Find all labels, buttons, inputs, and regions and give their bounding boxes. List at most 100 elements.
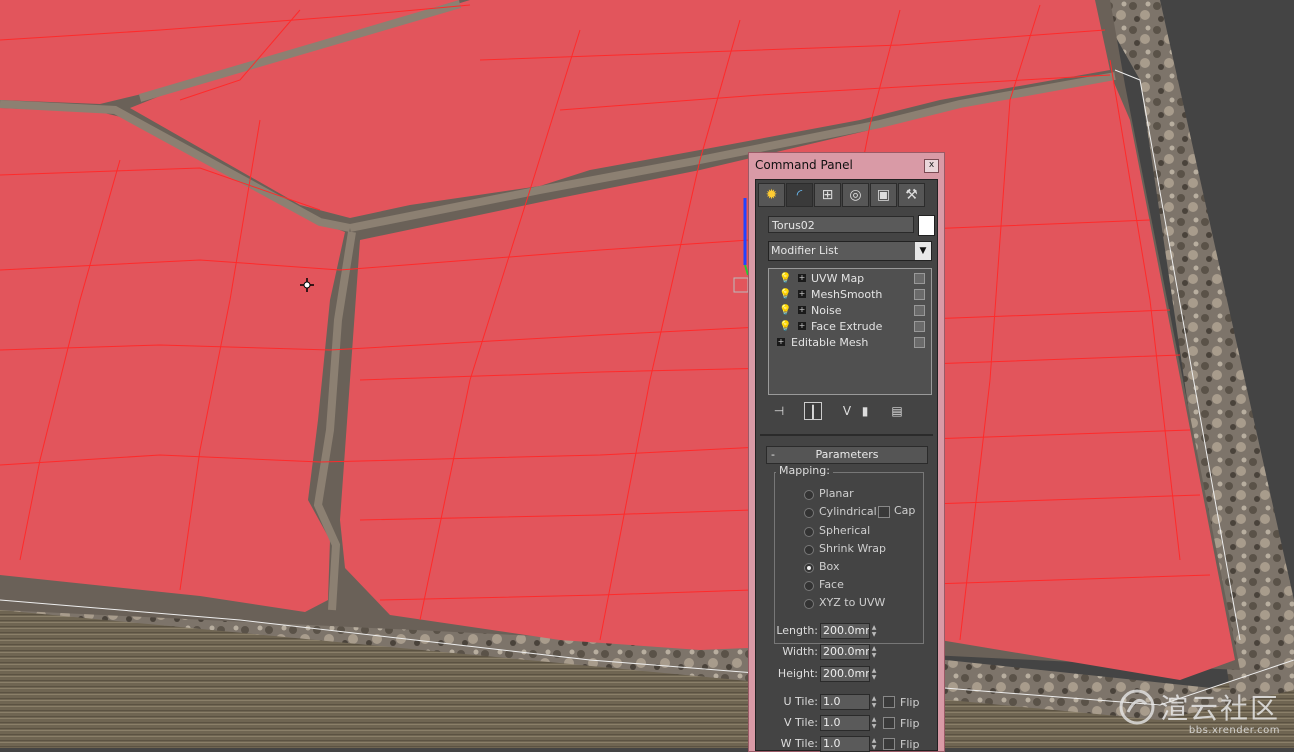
tab-utilities[interactable]: ⚒	[898, 183, 925, 207]
lightbulb-icon[interactable]: 💡	[779, 319, 791, 334]
lightbulb-icon[interactable]: 💡	[779, 271, 791, 286]
u-tile-input[interactable]: 1.0	[820, 694, 870, 710]
command-panel-titlebar[interactable]: Command Panel x	[749, 153, 944, 177]
expand-icon[interactable]: +	[777, 338, 785, 346]
lightbulb-icon[interactable]: 💡	[779, 287, 791, 302]
stack-item-label: MeshSmooth	[811, 288, 883, 301]
stack-item-face-extrude[interactable]: 💡 + Face Extrude	[771, 319, 929, 334]
u-flip-checkbox[interactable]	[883, 696, 895, 708]
spinner-arrows-icon[interactable]: ▲ ▼	[870, 737, 878, 751]
cap-checkbox[interactable]	[878, 506, 890, 518]
create-tab-icon: ✹	[765, 187, 778, 203]
hierarchy-tab-icon: ⊞	[821, 187, 834, 203]
u-tile-label: U Tile:	[783, 695, 818, 708]
radio-label: XYZ to UVW	[819, 596, 886, 609]
stack-item-label: Noise	[811, 304, 842, 317]
parameters-rollout-header[interactable]: - Parameters	[766, 446, 928, 464]
viewport-canvas[interactable]	[0, 0, 1294, 748]
spinner-arrows-icon[interactable]: ▲ ▼	[870, 695, 878, 709]
motion-tab-icon: ◎	[849, 187, 862, 203]
tiles	[0, 0, 1235, 680]
modifier-list-dropdown[interactable]: Modifier List ▼	[768, 241, 932, 261]
watermark: 渲云社区 bbs.xrender.com	[1118, 687, 1280, 736]
stack-item-uvw-map[interactable]: 💡 + UVW Map	[771, 271, 929, 286]
expand-icon[interactable]: +	[798, 274, 806, 282]
command-panel[interactable]: Command Panel x ✹ ◜ ⊞ ◎ ▣ ⚒ Torus02 Modi…	[748, 152, 945, 752]
tab-create[interactable]: ✹	[758, 183, 785, 207]
v-tile-input[interactable]: 1.0	[820, 715, 870, 731]
radio-dot[interactable]	[804, 490, 814, 500]
radio-label: Cylindrical	[819, 505, 877, 518]
expand-icon[interactable]: +	[798, 306, 806, 314]
radio-dot-selected[interactable]	[804, 563, 814, 573]
close-button[interactable]: x	[924, 159, 939, 173]
height-label: Height:	[777, 667, 818, 680]
expand-icon[interactable]: +	[798, 322, 806, 330]
watermark-url: bbs.xrender.com	[1188, 725, 1280, 736]
watermark-text: 渲云社区	[1159, 692, 1280, 725]
radio-dot[interactable]	[804, 599, 814, 609]
spinner-arrows-icon[interactable]: ▲ ▼	[870, 645, 878, 659]
flip-label: Flip	[900, 717, 920, 730]
w-flip-checkbox[interactable]	[883, 738, 895, 750]
show-end-result-icon[interactable]: ┃	[804, 402, 822, 420]
radio-label: Face	[819, 578, 844, 591]
tab-display[interactable]: ▣	[870, 183, 897, 207]
collapse-icon[interactable]: -	[771, 447, 775, 463]
radio-dot[interactable]	[804, 581, 814, 591]
object-color-swatch[interactable]	[918, 215, 935, 236]
flip-label: Flip	[900, 738, 920, 751]
height-input[interactable]: 200.0mm	[820, 666, 870, 682]
stack-item-editable-mesh[interactable]: + Editable Mesh	[771, 335, 929, 350]
radio-label: Box	[819, 560, 840, 573]
flip-label: Flip	[900, 696, 920, 709]
modifier-stack[interactable]: 💡 + UVW Map 💡 + MeshSmooth 💡 + Noise 💡 +	[768, 268, 932, 395]
stack-item-checkbox[interactable]	[914, 337, 925, 348]
length-label: Length:	[776, 624, 818, 637]
make-unique-icon[interactable]: V	[838, 402, 856, 420]
tab-hierarchy[interactable]: ⊞	[814, 183, 841, 207]
radio-label: Spherical	[819, 524, 871, 537]
object-name-field[interactable]: Torus02	[768, 216, 914, 233]
v-flip-checkbox[interactable]	[883, 717, 895, 729]
length-input[interactable]: 200.0mm	[820, 623, 870, 639]
stack-item-checkbox[interactable]	[914, 305, 925, 316]
stack-toolbar: ⊣ ┃ V ▮ ▤	[768, 400, 932, 422]
stack-item-checkbox[interactable]	[914, 273, 925, 284]
stack-item-label: UVW Map	[811, 272, 865, 285]
utilities-tab-icon: ⚒	[905, 187, 918, 203]
spinner-arrows-icon[interactable]: ▲ ▼	[870, 624, 878, 638]
width-label: Width:	[782, 645, 818, 658]
spinner-arrows-icon[interactable]: ▲ ▼	[870, 716, 878, 730]
v-tile-label: V Tile:	[784, 716, 818, 729]
stack-item-checkbox[interactable]	[914, 289, 925, 300]
tab-motion[interactable]: ◎	[842, 183, 869, 207]
chevron-down-icon[interactable]: ▼	[915, 242, 931, 260]
radio-label: Shrink Wrap	[819, 542, 886, 555]
tab-modify[interactable]: ◜	[786, 183, 813, 207]
lightbulb-icon[interactable]: 💡	[779, 303, 791, 318]
remove-modifier-icon[interactable]: ▮	[856, 402, 874, 420]
radio-dot[interactable]	[804, 508, 814, 518]
stack-item-label: Face Extrude	[811, 320, 883, 333]
command-panel-body: ✹ ◜ ⊞ ◎ ▣ ⚒ Torus02 Modifier List ▼ 💡 + …	[755, 179, 938, 752]
stack-item-noise[interactable]: 💡 + Noise	[771, 303, 929, 318]
w-tile-label: W Tile:	[780, 737, 818, 750]
mapping-label: Mapping:	[776, 464, 833, 477]
stack-item-meshsmooth[interactable]: 💡 + MeshSmooth	[771, 287, 929, 302]
command-panel-tabs: ✹ ◜ ⊞ ◎ ▣ ⚒	[758, 183, 925, 207]
xrender-logo-icon	[1119, 689, 1155, 725]
w-tile-input[interactable]: 1.0	[820, 736, 870, 752]
rollout-title: Parameters	[815, 448, 879, 461]
spinner-arrows-icon[interactable]: ▲ ▼	[870, 667, 878, 681]
configure-modifier-sets-icon[interactable]: ▤	[888, 402, 906, 420]
expand-icon[interactable]: +	[798, 290, 806, 298]
modify-tab-icon: ◜	[796, 187, 803, 203]
radio-dot[interactable]	[804, 527, 814, 537]
cap-label: Cap	[894, 504, 916, 517]
width-input[interactable]: 200.0mm	[820, 644, 870, 660]
viewport[interactable]	[0, 0, 1294, 748]
pin-stack-icon[interactable]: ⊣	[770, 402, 788, 420]
radio-dot[interactable]	[804, 545, 814, 555]
stack-item-checkbox[interactable]	[914, 321, 925, 332]
